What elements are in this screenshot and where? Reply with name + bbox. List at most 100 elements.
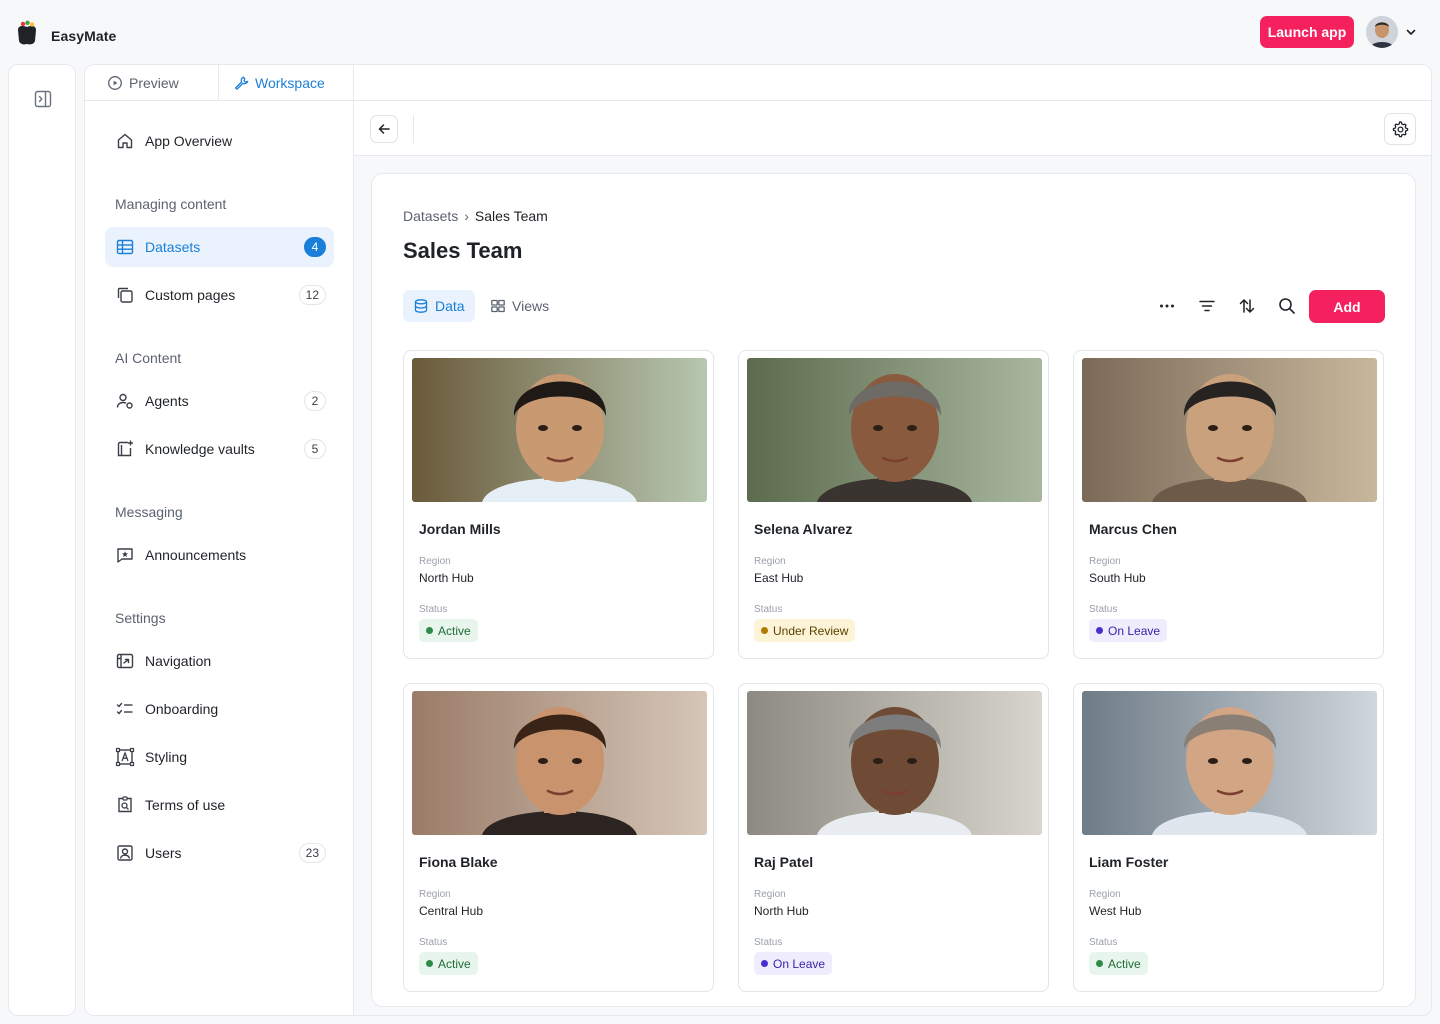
content-toolbar (354, 65, 1431, 156)
sidebar-item-label: Navigation (145, 653, 212, 669)
status-text: Active (1108, 956, 1141, 971)
status-text: Active (438, 623, 471, 638)
count-badge: 5 (304, 439, 326, 459)
launch-app-button[interactable]: Launch app (1260, 16, 1354, 48)
user-avatar[interactable] (1366, 16, 1398, 48)
play-circle-icon (108, 76, 122, 90)
sidebar-item-users[interactable]: Users 23 (105, 833, 334, 873)
region-value: North Hub (419, 571, 474, 585)
record-name: Jordan Mills (419, 521, 501, 537)
filter-icon[interactable] (1197, 296, 1217, 316)
announcement-icon (117, 548, 133, 563)
wrench-icon (234, 76, 249, 90)
record-card[interactable]: Marcus Chen Region South Hub Status On Leave (1073, 350, 1384, 659)
search-icon[interactable] (1277, 296, 1297, 316)
status-dot-icon (761, 960, 768, 967)
tab-views[interactable]: Views (480, 290, 559, 322)
status-label: Status (419, 937, 448, 948)
sort-icon[interactable] (1237, 296, 1257, 316)
add-button[interactable]: Add (1309, 290, 1385, 323)
record-card[interactable]: Selena Alvarez Region East Hub Status Under … (738, 350, 1049, 659)
grid-icon (491, 299, 505, 313)
status-label: Status (754, 937, 783, 948)
count-badge: 12 (298, 285, 326, 305)
status-badge: Active (419, 952, 478, 975)
portrait-image-icon (412, 691, 707, 835)
record-card[interactable]: Jordan Mills Region North Hub Status Active (403, 350, 714, 659)
tab-workspace[interactable]: Workspace (219, 65, 354, 101)
status-badge: Active (1089, 952, 1148, 975)
sidebar-item-label: Styling (145, 749, 188, 765)
portrait-image-icon (747, 691, 1042, 835)
sidebar-item-label: Announcements (145, 547, 247, 563)
breadcrumb-datasets[interactable]: Datasets (403, 208, 458, 224)
portrait-image-icon (1082, 358, 1377, 502)
sidebar-item-knowledge-vaults[interactable]: Knowledge vaults 5 (105, 429, 334, 469)
sidebar-item-label: Knowledge vaults (145, 441, 255, 457)
tab-data[interactable]: Data (403, 290, 475, 322)
region-label: Region (419, 889, 451, 900)
region-label: Region (1089, 556, 1121, 567)
more-options-icon[interactable] (1157, 296, 1177, 316)
portrait-photo (747, 358, 1042, 502)
panel-toggle-icon[interactable] (33, 89, 53, 109)
sidebar-item-datasets[interactable]: Datasets 4 (105, 227, 334, 267)
gear-icon (1392, 121, 1409, 138)
sidebar-item-app-overview[interactable]: App Overview (105, 121, 334, 161)
region-label: Region (1089, 889, 1121, 900)
sidebar-item-styling[interactable]: Styling (105, 737, 334, 777)
status-dot-icon (426, 627, 433, 634)
sidebar-item-terms-of-use[interactable]: Terms of use (105, 785, 334, 825)
region-value: East Hub (754, 571, 804, 585)
sidebar-item-onboarding[interactable]: Onboarding (105, 689, 334, 729)
status-dot-icon (426, 960, 433, 967)
page-title: Sales Team (403, 238, 523, 263)
app-logo-icon (18, 20, 36, 45)
sidebar-item-announcements[interactable]: Announcements (105, 535, 334, 575)
avatar-portrait-icon (1366, 16, 1398, 48)
portrait-photo (1082, 691, 1377, 835)
portrait-photo (412, 358, 707, 502)
sidebar-item-label: Terms of use (145, 797, 226, 813)
region-value: North Hub (754, 904, 809, 918)
portrait-image-icon (1082, 691, 1377, 835)
sidebar-item-label: Datasets (145, 239, 201, 255)
record-card[interactable]: Raj Patel Region North Hub Status On Leave (738, 683, 1049, 992)
typography-icon (115, 747, 135, 767)
portrait-photo (412, 691, 707, 835)
sidebar-item-navigation[interactable]: Navigation (105, 641, 334, 681)
arrow-left-icon (378, 124, 390, 134)
chevron-down-icon[interactable] (1405, 26, 1417, 38)
tab-preview[interactable]: Preview (85, 65, 219, 101)
tab-views-label: Views (512, 298, 550, 314)
status-dot-icon (1096, 960, 1103, 967)
sidebar-item-agents[interactable]: Agents 2 (105, 381, 334, 421)
navigation-icon (116, 653, 134, 669)
count-badge: 2 (304, 391, 326, 411)
left-rail (8, 64, 76, 1016)
status-badge: Active (419, 619, 478, 642)
status-label: Status (1089, 937, 1118, 948)
status-text: Active (438, 956, 471, 971)
record-name: Raj Patel (754, 854, 814, 870)
region-value: Central Hub (419, 904, 484, 918)
region-value: West Hub (1089, 904, 1142, 918)
mode-tabs: Preview Workspace (85, 65, 354, 101)
count-badge: 23 (298, 843, 326, 863)
status-text: On Leave (1108, 623, 1161, 638)
settings-button[interactable] (1384, 113, 1416, 145)
home-icon (117, 133, 133, 149)
tab-data-label: Data (435, 298, 465, 314)
agents-icon (116, 393, 133, 409)
top-bar: EasyMate Launch app (0, 0, 1440, 64)
document-search-icon (118, 796, 132, 813)
record-card[interactable]: Liam Foster Region West Hub Status Active (1073, 683, 1384, 992)
portrait-image-icon (747, 358, 1042, 502)
count-badge: 4 (304, 237, 326, 257)
app-name: EasyMate (51, 28, 117, 44)
record-card[interactable]: Fiona Blake Region Central Hub Status Active (403, 683, 714, 992)
back-button[interactable] (370, 115, 398, 143)
status-text: Under Review (773, 623, 849, 638)
sidebar-item-custom-pages[interactable]: Custom pages 12 (105, 275, 334, 315)
sidebar-item-label: Custom pages (145, 287, 236, 303)
